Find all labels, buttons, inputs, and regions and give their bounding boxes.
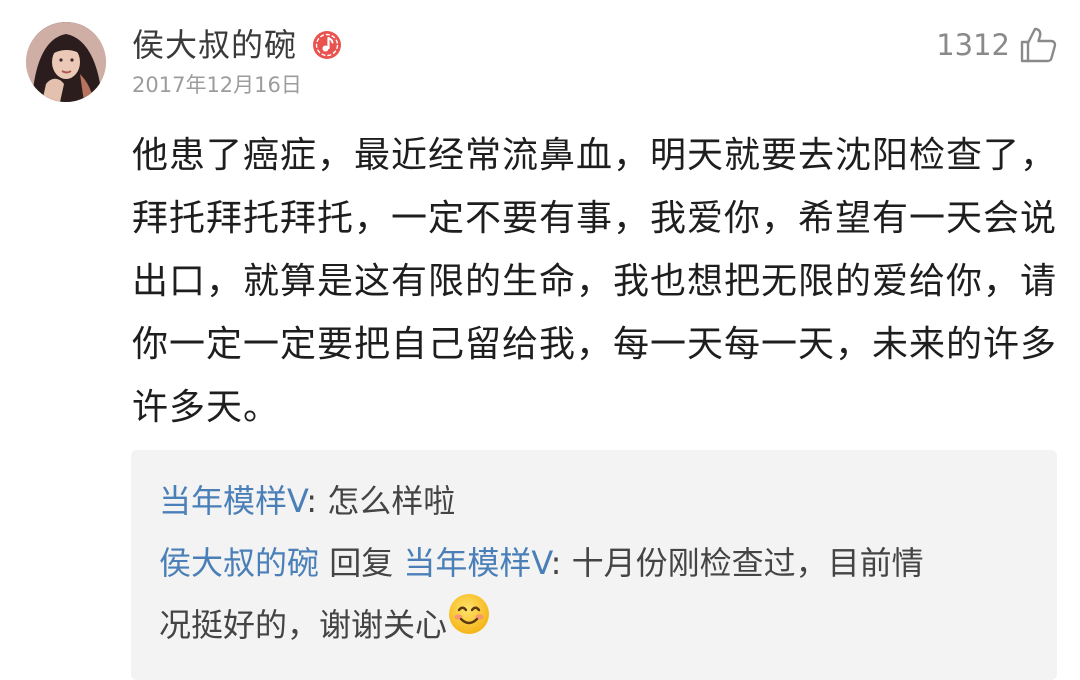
avatar-portrait-icon bbox=[26, 22, 106, 102]
reply-item[interactable]: 侯大叔的碗 回复 当年模样V: 十月份刚检查过，目前情 bbox=[159, 532, 924, 594]
reply-section[interactable]: 当年模样V: 怎么样啦 侯大叔的碗 回复 当年模样V: 十月份刚检查过，目前情 … bbox=[131, 450, 1057, 680]
author-name[interactable]: 侯大叔的碗 bbox=[132, 24, 297, 66]
reply-author-link[interactable]: 侯大叔的碗 bbox=[159, 544, 319, 582]
avatar[interactable] bbox=[26, 22, 106, 102]
music-note-badge-icon bbox=[312, 30, 342, 60]
like-button[interactable]: 1312 bbox=[936, 22, 1058, 68]
like-count: 1312 bbox=[936, 28, 1010, 62]
reply-text: 况挺好的，谢谢关心 bbox=[159, 606, 448, 644]
reply-item-continued: 况挺好的，谢谢关心 bbox=[159, 594, 491, 656]
reply-target-link[interactable]: 当年模样V bbox=[403, 544, 550, 582]
smile-emoji-icon bbox=[447, 592, 491, 656]
reply-item[interactable]: 当年模样V: 怎么样啦 bbox=[159, 470, 455, 532]
thumbs-up-icon[interactable] bbox=[1018, 25, 1058, 65]
reply-word: 回复 bbox=[319, 544, 404, 582]
reply-separator: : bbox=[306, 482, 328, 520]
reply-author-link[interactable]: 当年模样V bbox=[159, 482, 306, 520]
comment-text: 他患了癌症，最近经常流鼻血，明天就要去沈阳检查了，拜托拜托拜托，一定不要有事，我… bbox=[132, 135, 1058, 428]
reply-separator: : bbox=[550, 544, 572, 582]
reply-text: 十月份刚检查过，目前情 bbox=[571, 544, 924, 582]
post-date: 2017年12月16日 bbox=[132, 73, 302, 97]
reply-text: 怎么样啦 bbox=[327, 482, 456, 520]
